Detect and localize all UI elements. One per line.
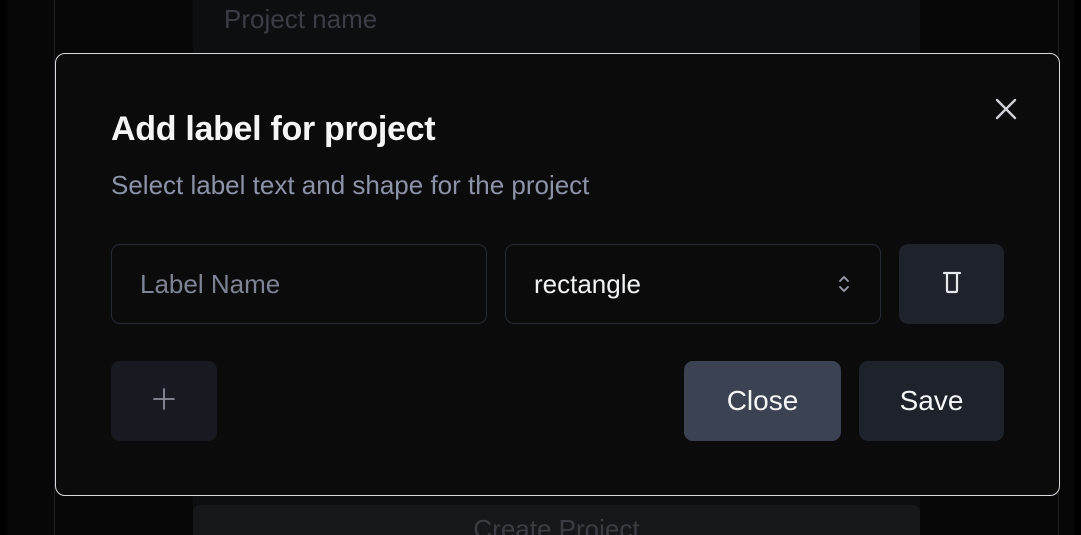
save-button[interactable]: Save xyxy=(859,361,1004,441)
add-label-dialog: Add label for project Select label text … xyxy=(55,53,1060,496)
screen: Project name Create Project Add label fo… xyxy=(0,0,1081,535)
background-create-project-label: Create Project xyxy=(473,514,640,535)
shape-select-value: rectangle xyxy=(534,268,641,299)
close-icon[interactable] xyxy=(991,94,1021,124)
label-name-input[interactable] xyxy=(111,244,487,324)
background-project-name-field: Project name xyxy=(224,4,378,34)
dialog-title: Add label for project xyxy=(111,110,436,148)
shape-select[interactable]: rectangle xyxy=(505,244,881,324)
dialog-subtitle: Select label text and shape for the proj… xyxy=(111,170,590,200)
chevron-up-down-icon xyxy=(836,273,852,295)
trash-icon xyxy=(941,269,963,300)
delete-label-button[interactable] xyxy=(899,244,1004,324)
add-label-button[interactable] xyxy=(111,361,217,441)
close-button[interactable]: Close xyxy=(684,361,841,441)
background-create-project-button: Create Project xyxy=(193,505,920,535)
plus-icon xyxy=(151,386,177,417)
